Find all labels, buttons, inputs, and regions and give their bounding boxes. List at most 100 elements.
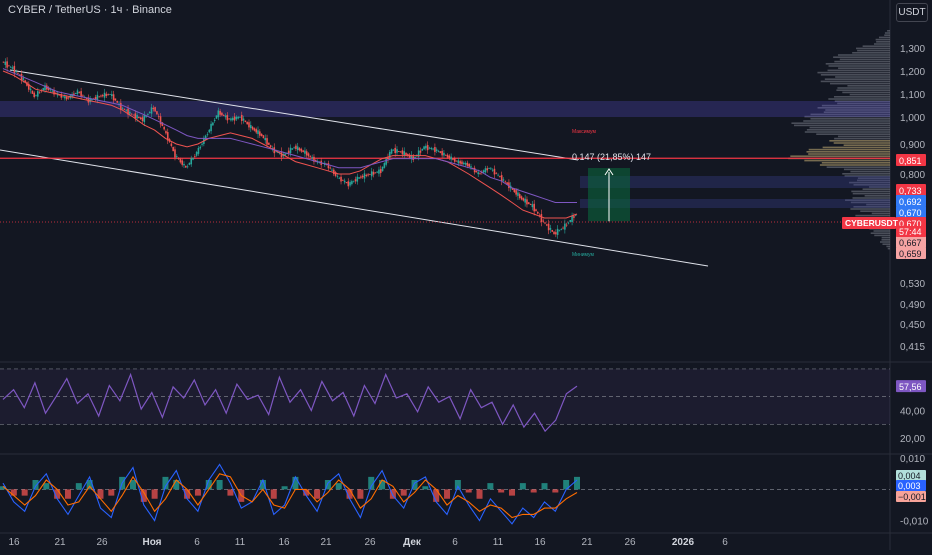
candle-body xyxy=(488,168,490,169)
candle-body xyxy=(343,180,346,183)
symbol-title[interactable]: CYBER / TetherUS · 1ч · Binance xyxy=(8,4,172,16)
candle-body xyxy=(526,199,528,205)
candle-body xyxy=(372,171,375,175)
volume-profile-bar xyxy=(886,245,890,248)
candle-body xyxy=(450,156,452,160)
candle-body xyxy=(493,168,496,175)
candle-body xyxy=(307,153,310,157)
volume-profile-bar xyxy=(873,43,890,45)
volume-profile-bar xyxy=(843,168,890,171)
candle-body xyxy=(439,151,442,153)
candle-body xyxy=(257,130,259,135)
candle-body xyxy=(345,182,348,184)
currency-button[interactable]: USDT xyxy=(896,3,928,22)
price-tick-label: 0,530 xyxy=(900,279,925,290)
candle-body xyxy=(540,213,543,223)
time-tick-label: 26 xyxy=(624,537,636,548)
volume-profile-bar xyxy=(826,166,890,168)
macd-histogram-bar xyxy=(194,489,201,496)
candle-body xyxy=(163,126,165,130)
candle-body xyxy=(262,135,265,139)
candle-body xyxy=(114,98,117,101)
volume-profile-bar xyxy=(857,49,890,52)
price-marker-label: 0,667 xyxy=(899,238,922,248)
candle-body xyxy=(562,227,564,229)
candle-body xyxy=(219,110,221,115)
candle-body xyxy=(461,161,463,165)
candle-body xyxy=(497,174,499,176)
candle-body xyxy=(558,230,561,232)
macd-histogram-bar xyxy=(21,489,28,496)
volume-profile-bar xyxy=(864,195,890,197)
candle-body xyxy=(230,118,232,121)
candle-body xyxy=(100,95,102,97)
candle-body xyxy=(529,203,532,205)
rsi-tick-label: 20,00 xyxy=(900,434,925,445)
macd-histogram-bar xyxy=(216,480,223,490)
time-tick-label: 11 xyxy=(235,537,246,548)
macd-histogram-bar xyxy=(75,483,82,490)
volume-profile-bar xyxy=(837,87,890,89)
candle-body xyxy=(376,171,378,173)
candle-body xyxy=(8,65,10,67)
candle-body xyxy=(518,194,521,198)
candle-body xyxy=(2,61,5,63)
candle-body xyxy=(248,122,250,128)
candle-body xyxy=(369,174,371,176)
candle-body xyxy=(94,97,97,100)
candle-body xyxy=(260,133,263,136)
price-marker-label: 0,659 xyxy=(899,249,922,259)
macd-histogram-bar xyxy=(433,489,440,502)
candle-body xyxy=(499,176,501,178)
volume-profile-bar xyxy=(804,131,890,133)
candle-body xyxy=(399,151,402,153)
candle-body xyxy=(448,155,451,159)
macd-histogram-bar xyxy=(249,489,256,490)
volume-profile-bar xyxy=(827,69,890,72)
volume-profile-bar xyxy=(820,80,890,83)
macd-histogram-bar xyxy=(281,486,288,490)
candle-body xyxy=(62,96,64,98)
time-tick-label: 6 xyxy=(722,537,728,548)
macd-histogram-bar xyxy=(108,489,115,496)
candle-body xyxy=(329,167,332,169)
chart-canvas[interactable]: 0.147 (21,85%) 147 Максимум Минимум 1,300 1,… xyxy=(0,0,932,550)
candle-body xyxy=(363,173,366,179)
candle-body xyxy=(531,204,534,208)
volume-profile-bar xyxy=(791,122,890,124)
candle-body xyxy=(157,116,160,118)
volume-profile xyxy=(788,30,890,250)
candle-body xyxy=(112,94,115,101)
candle-body xyxy=(253,128,256,131)
candle-body xyxy=(466,162,469,166)
candle-body xyxy=(443,152,445,156)
candle-body xyxy=(109,94,111,95)
candle-body xyxy=(199,146,202,149)
volume-profile-bar xyxy=(887,247,890,250)
candle-body xyxy=(455,160,458,162)
price-tick-label: 0,450 xyxy=(900,320,925,331)
candle-body xyxy=(354,179,357,182)
volume-profile-bar xyxy=(834,137,890,140)
candle-body xyxy=(36,91,39,97)
candle-body xyxy=(351,181,353,185)
macd-histogram-bar xyxy=(530,489,537,493)
candle-body xyxy=(129,111,131,114)
candle-body xyxy=(17,73,19,74)
candle-body xyxy=(556,228,559,235)
volume-profile-bar xyxy=(881,236,890,239)
volume-profile-bar xyxy=(887,30,890,32)
volume-profile-bar xyxy=(834,60,890,63)
price-tick-label: 1,200 xyxy=(900,67,925,78)
candle-body xyxy=(239,116,241,118)
candle-body xyxy=(51,90,54,92)
candle-body xyxy=(259,131,261,136)
candle-body xyxy=(212,122,214,126)
candle-body xyxy=(221,112,223,116)
price-tick-label: 1,000 xyxy=(900,113,925,124)
volume-profile-bar xyxy=(849,93,890,96)
macd-histogram-bar xyxy=(10,489,17,496)
candle-body xyxy=(392,149,395,151)
volume-profile-bar xyxy=(810,118,890,120)
candle-body xyxy=(515,190,517,195)
